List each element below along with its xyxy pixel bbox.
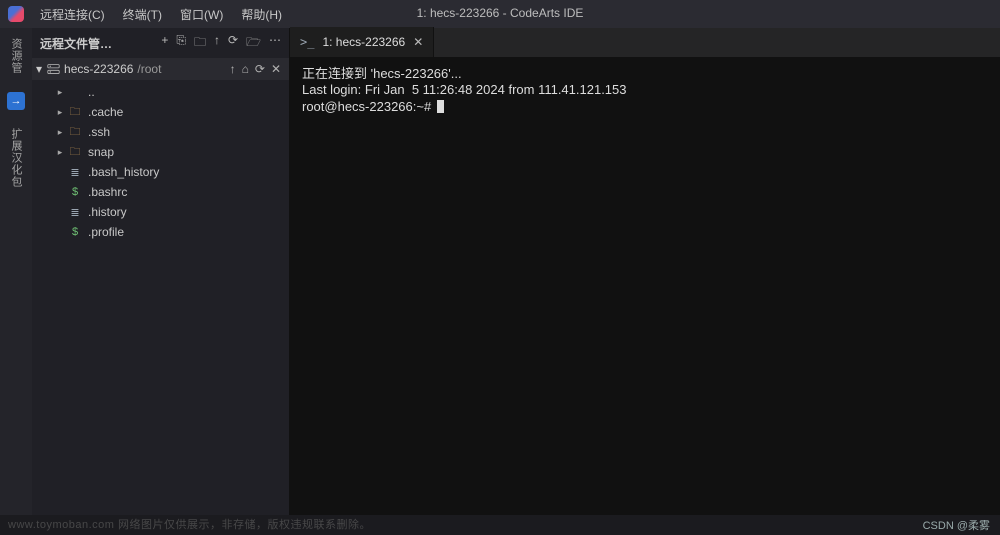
file-icon: $: [68, 186, 82, 198]
tree-item[interactable]: $ .bashrc: [32, 182, 289, 202]
cursor-icon: [437, 100, 444, 113]
tree-item-label: .bash_history: [88, 165, 159, 179]
upload-icon[interactable]: ↑: [214, 33, 220, 54]
terminal-icon: >_: [300, 35, 314, 49]
activity-extensions[interactable]: 扩展汉化包: [8, 128, 24, 188]
tree-item-label: .ssh: [88, 125, 110, 139]
tree-item[interactable]: ▸..: [32, 82, 289, 102]
activity-explorer[interactable]: 资源管: [8, 38, 24, 74]
server-icon: [46, 62, 60, 76]
home-icon[interactable]: ⌂: [242, 62, 249, 76]
window-title: 1: hecs-223266 - CodeArts IDE: [417, 6, 584, 20]
folder-icon: 🗀: [68, 143, 82, 162]
terminal-view[interactable]: 正在连接到 'hecs-223266'...Last login: Fri Ja…: [290, 58, 1000, 515]
refresh-icon[interactable]: ⟳: [228, 33, 238, 54]
tree-item[interactable]: ≣ .history: [32, 202, 289, 222]
tree-item-label: .profile: [88, 225, 124, 239]
sidebar-header: 远程文件管… + ⎘ 🗀 ↑ ⟳ 🗁 ⋯: [32, 28, 289, 58]
tab-close-icon[interactable]: ✕: [413, 35, 423, 49]
menu-terminal[interactable]: 终端(T): [115, 3, 170, 26]
folder-icon: 🗀: [68, 123, 82, 142]
menu-window[interactable]: 窗口(W): [172, 3, 231, 26]
tree-item[interactable]: ≣ .bash_history: [32, 162, 289, 182]
terminal-line: root@hecs-223266:~#: [302, 99, 988, 115]
menubar: 远程连接(C) 终端(T) 窗口(W) 帮助(H) 1: hecs-223266…: [0, 0, 1000, 28]
sidebar-title: 远程文件管…: [40, 35, 161, 52]
editor-area: >_ 1: hecs-223266 ✕ 正在连接到 'hecs-223266'.…: [290, 28, 1000, 515]
chevron-right-icon: ▸: [54, 147, 66, 158]
tab-label: 1: hecs-223266: [322, 35, 405, 49]
more-icon[interactable]: ⋯: [269, 33, 281, 54]
chevron-down-icon: ▾: [36, 62, 42, 76]
chevron-right-icon: ▸: [54, 87, 66, 98]
tab-terminal[interactable]: >_ 1: hecs-223266 ✕: [290, 27, 434, 57]
new-folder-icon[interactable]: 🗀: [194, 33, 206, 54]
terminal-line: 正在连接到 'hecs-223266'...: [302, 66, 988, 82]
nav-up-icon[interactable]: ↑: [230, 62, 236, 76]
tree-item[interactable]: ▸🗀 .ssh: [32, 122, 289, 142]
tree-item-label: snap: [88, 145, 114, 159]
file-icon: $: [68, 226, 82, 238]
status-right: CSDN @柔雾: [923, 517, 990, 533]
new-file-icon[interactable]: ⎘: [176, 33, 186, 54]
terminal-line: Last login: Fri Jan 5 11:26:48 2024 from…: [302, 82, 988, 98]
folder-icon: 🗀: [68, 103, 82, 122]
server-name: hecs-223266: [64, 62, 133, 76]
tree-item[interactable]: ▸🗀 snap: [32, 142, 289, 162]
menu-help[interactable]: 帮助(H): [233, 3, 290, 26]
close-icon[interactable]: ✕: [271, 62, 281, 76]
open-folder-icon[interactable]: 🗁: [246, 33, 261, 54]
file-icon: ≣: [68, 206, 82, 219]
tree-item-label: .history: [88, 205, 127, 219]
tab-bar: >_ 1: hecs-223266 ✕: [290, 28, 1000, 58]
app-logo-icon: [8, 6, 24, 22]
server-path: /root: [137, 62, 161, 76]
file-icon: ≣: [68, 166, 82, 179]
activity-badge-icon[interactable]: →: [7, 92, 25, 110]
tree-item-label: .cache: [88, 105, 123, 119]
tree-item[interactable]: $ .profile: [32, 222, 289, 242]
file-tree: ▸..▸🗀.cache▸🗀.ssh▸🗀snap≣.bash_history$.b…: [32, 80, 289, 515]
tree-item-label: ..: [88, 85, 95, 99]
tree-item-label: .bashrc: [88, 185, 127, 199]
menu-remote[interactable]: 远程连接(C): [32, 3, 113, 26]
sidebar-server-row[interactable]: ▾ hecs-223266 /root ↑ ⌂ ⟳ ✕: [32, 58, 289, 80]
chevron-right-icon: ▸: [54, 127, 66, 138]
watermark-text: www.toymoban.com 网络图片仅供展示，非存储，版权违规联系删除。: [8, 516, 371, 532]
add-icon[interactable]: +: [161, 33, 168, 54]
refresh2-icon[interactable]: ⟳: [255, 62, 265, 76]
sidebar: 远程文件管… + ⎘ 🗀 ↑ ⟳ 🗁 ⋯ ▾ hecs-223266 /root…: [32, 28, 290, 515]
chevron-right-icon: ▸: [54, 107, 66, 118]
activity-bar: 资源管 → 扩展汉化包: [0, 28, 32, 515]
tree-item[interactable]: ▸🗀 .cache: [32, 102, 289, 122]
